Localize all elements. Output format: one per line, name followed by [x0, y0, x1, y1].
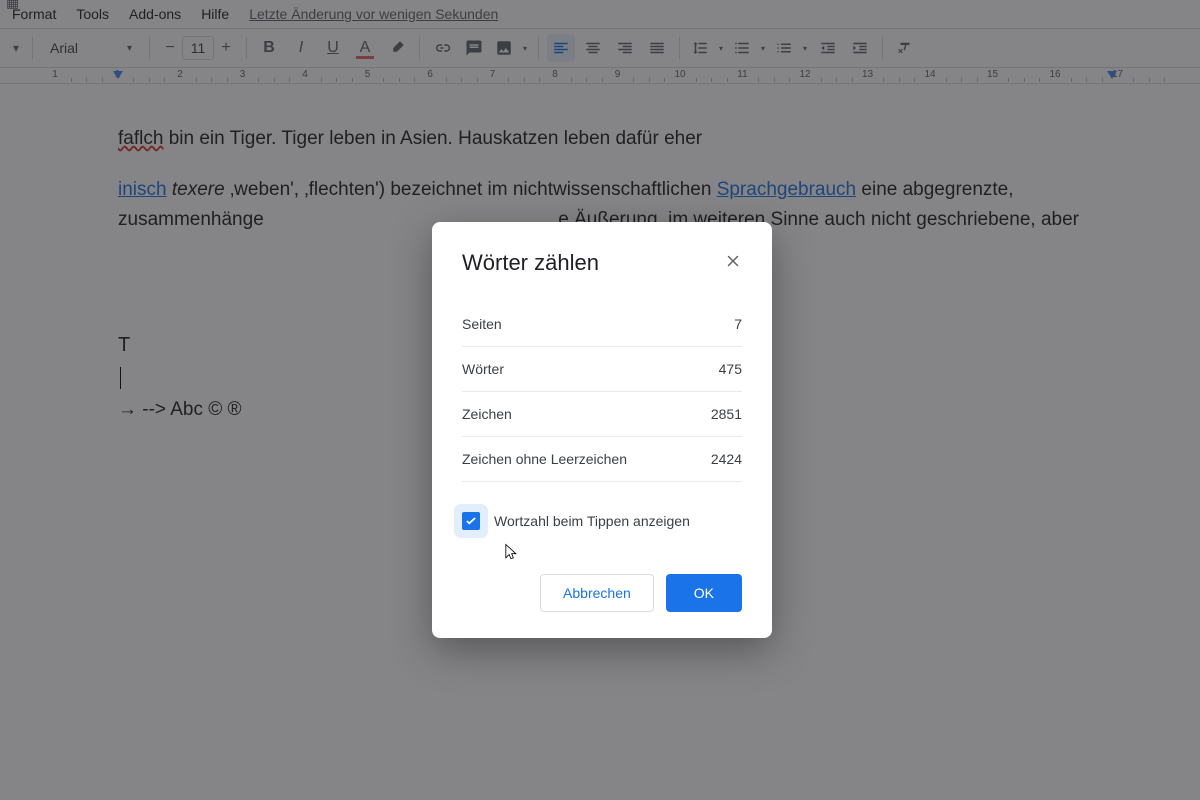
close-button[interactable]	[724, 252, 742, 274]
stat-value: 2424	[711, 451, 742, 467]
close-icon	[724, 252, 742, 270]
dialog-title: Wörter zählen	[462, 250, 599, 276]
stat-label: Zeichen	[462, 406, 512, 422]
stat-label: Zeichen ohne Leerzeichen	[462, 451, 627, 467]
word-count-dialog: Wörter zählen Seiten 7 Wörter 475 Zeichen 285…	[432, 222, 772, 638]
stat-row: Zeichen 2851	[462, 392, 742, 437]
checkmark-icon	[464, 514, 478, 528]
cancel-button[interactable]: Abbrechen	[540, 574, 654, 612]
ok-button[interactable]: OK	[666, 574, 742, 612]
stat-row: Seiten 7	[462, 302, 742, 347]
stat-label: Wörter	[462, 361, 504, 377]
stat-value: 475	[719, 361, 742, 377]
stat-row: Wörter 475	[462, 347, 742, 392]
stat-row: Zeichen ohne Leerzeichen 2424	[462, 437, 742, 482]
show-count-checkbox[interactable]	[462, 512, 480, 530]
checkbox-label: Wortzahl beim Tippen anzeigen	[494, 513, 690, 529]
show-count-while-typing-row: Wortzahl beim Tippen anzeigen	[462, 512, 742, 530]
stat-value: 7	[734, 316, 742, 332]
stat-label: Seiten	[462, 316, 502, 332]
stat-value: 2851	[711, 406, 742, 422]
